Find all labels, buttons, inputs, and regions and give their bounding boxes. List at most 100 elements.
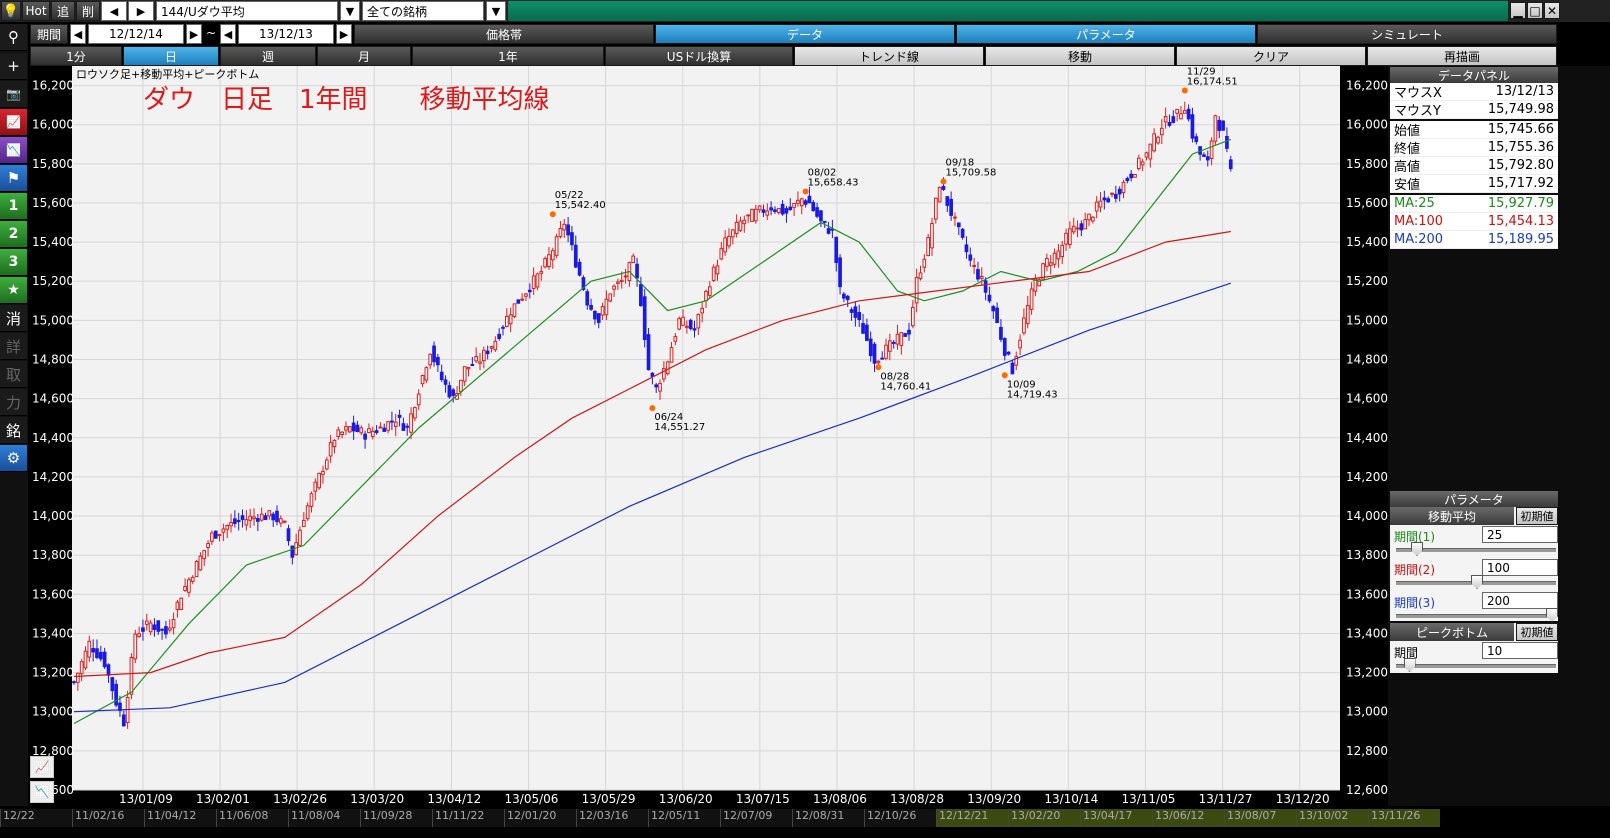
delete-button[interactable]: 削 <box>76 1 100 21</box>
data-row-4: 高値 15,792.80 <box>1390 157 1558 175</box>
x-tick-label: 13/11/27 <box>1199 792 1253 806</box>
timeline-label: 13/06/12 <box>1152 809 1224 827</box>
date-from-field[interactable]: 12/12/14 <box>88 24 184 44</box>
y-tick-label-right: 13,800 <box>1346 548 1388 562</box>
data-row-6: MA:25 15,927.79 <box>1390 195 1558 213</box>
y-tick-label-right: 13,600 <box>1346 587 1388 601</box>
tab-daily[interactable]: 日 <box>123 46 219 66</box>
tab-1min[interactable]: 1分 <box>30 46 122 66</box>
candle <box>688 318 693 331</box>
period3-input[interactable]: 200 <box>1482 592 1558 609</box>
y-tick-label-right: 15,000 <box>1346 313 1388 327</box>
timeline-label: 13/10/02 <box>1296 809 1368 827</box>
tab-data[interactable]: データ <box>655 24 955 44</box>
period2-input[interactable]: 100 <box>1482 559 1558 576</box>
peak-reset-button[interactable]: 初期値 <box>1516 623 1558 641</box>
y-tick-label: 15,400 <box>32 235 74 249</box>
data-row-1: マウスY 15,749.98 <box>1390 101 1558 119</box>
symbol-button[interactable]: 銘 <box>0 417 27 444</box>
camera-icon[interactable]: 📷 <box>0 81 27 108</box>
candle <box>1213 114 1218 146</box>
tab-1year[interactable]: 1年 <box>412 46 604 66</box>
y-tick-label-right: 14,400 <box>1346 431 1388 445</box>
move-button[interactable]: 移動 <box>985 46 1175 66</box>
chart-purple-icon[interactable]: 📉 <box>0 137 27 164</box>
usd-convert-button[interactable]: USドル換算 <box>605 46 793 66</box>
filter-dropdown-icon[interactable]: ▼ <box>486 1 506 21</box>
title-bar[interactable] <box>508 1 1508 21</box>
y-tick-label-right: 15,600 <box>1346 196 1388 210</box>
x-tick-label: 13/10/14 <box>1044 792 1098 806</box>
preset-3-button[interactable]: 3 <box>0 249 27 276</box>
symbol-field[interactable]: 144/Uダウ平均 <box>156 1 338 21</box>
filter-field[interactable]: 全ての銘柄 <box>362 1 484 21</box>
bulb-icon[interactable]: 💡 <box>1 1 21 21</box>
date-to-field[interactable]: 13/12/13 <box>238 24 334 44</box>
tab-simulate[interactable]: シミュレート <box>1257 24 1557 44</box>
redraw-button[interactable]: 再描画 <box>1367 46 1557 66</box>
candle <box>1133 174 1137 178</box>
y-tick-label: 14,200 <box>32 470 74 484</box>
ma-reset-button[interactable]: 初期値 <box>1516 507 1558 525</box>
mini-chart-red-icon[interactable]: 📈 <box>30 756 54 778</box>
bottom-timeline[interactable]: 12/22 11/02/16 11/04/12 11/06/08 11/08/04 11/… <box>0 806 1440 838</box>
x-tick-label: 13/08/28 <box>890 792 944 806</box>
candle <box>543 256 547 269</box>
date-to-prev-icon[interactable]: ◀ <box>220 24 236 44</box>
params-title: パラメータ <box>1390 491 1558 507</box>
date-to-next-icon[interactable]: ▶ <box>336 24 352 44</box>
candle <box>937 186 942 203</box>
period-label: 期間 <box>30 24 68 44</box>
timeline-label: 11/02/16 <box>72 809 144 827</box>
mini-chart-purple-icon[interactable]: 📉 <box>30 781 54 803</box>
data-row-label: マウスX <box>1394 86 1442 101</box>
next-symbol-button[interactable]: ▶ <box>128 1 154 21</box>
period1-input[interactable]: 25 <box>1482 526 1558 543</box>
flag-icon[interactable]: ⚑ <box>0 165 27 192</box>
peak-period-input[interactable]: 10 <box>1482 642 1558 659</box>
tab-weekly[interactable]: 週 <box>220 46 316 66</box>
peak-value: 14,719.43 <box>1007 389 1058 400</box>
symbol-dropdown-icon[interactable]: ▼ <box>340 1 360 21</box>
settings-gear-icon[interactable]: ⚙ <box>0 445 27 472</box>
hot-button[interactable]: Hot <box>22 1 50 21</box>
trendline-button[interactable]: トレンド線 <box>794 46 984 66</box>
data-panel-title: データパネル <box>1390 67 1558 83</box>
peak-marker <box>549 211 556 218</box>
zoom-icon[interactable]: ⚲ <box>0 24 27 51</box>
chart-annotation: ダウ 日足 1年間 移動平均線 <box>143 85 550 115</box>
tab-price-band[interactable]: 価格帯 <box>354 24 654 44</box>
y-tick-label-right: 13,200 <box>1346 666 1388 680</box>
tab-monthly[interactable]: 月 <box>317 46 411 66</box>
erase-button[interactable]: 消 <box>0 305 27 332</box>
peak-marker <box>1001 372 1008 379</box>
data-row-0: マウスX 13/12/13 <box>1390 83 1558 101</box>
maximize-icon[interactable]: □ <box>1527 2 1543 19</box>
clear-button[interactable]: クリア <box>1176 46 1366 66</box>
x-tick-label: 13/07/15 <box>736 792 790 806</box>
date-from-prev-icon[interactable]: ◀ <box>70 24 86 44</box>
period2-label: 期間(2) <box>1394 563 1435 577</box>
date-from-next-icon[interactable]: ▶ <box>186 24 202 44</box>
data-row-label: 始値 <box>1394 124 1421 139</box>
peak-value: 16,174.51 <box>1187 77 1238 88</box>
y-tick-label: 14,600 <box>32 392 74 406</box>
star-icon[interactable]: ★ <box>0 277 27 304</box>
timeline-label: 13/08/07 <box>1224 809 1296 827</box>
data-row-value: 15,454.13 <box>1487 214 1554 229</box>
minimize-icon[interactable]: ▁ <box>1510 2 1526 19</box>
crosshair-icon[interactable]: + <box>0 53 27 80</box>
price-chart[interactable]: 12,600 12,800 13,000 13,200 13,400 13,600 13,8… <box>28 66 1388 806</box>
prev-symbol-button[interactable]: ◀ <box>101 1 127 21</box>
candle <box>1221 120 1225 131</box>
add-button[interactable]: 追 <box>51 1 75 21</box>
data-row-label: MA:100 <box>1394 214 1444 229</box>
peak-marker <box>940 178 947 185</box>
chart-red-icon[interactable]: 📈 <box>0 109 27 136</box>
data-row-value: 15,189.95 <box>1487 232 1554 247</box>
preset-1-button[interactable]: 1 <box>0 193 27 220</box>
timeline-label: 12/08/31 <box>792 809 864 827</box>
tab-parameters[interactable]: パラメータ <box>956 24 1256 44</box>
close-icon[interactable]: ✕ <box>1544 2 1560 19</box>
preset-2-button[interactable]: 2 <box>0 221 27 248</box>
